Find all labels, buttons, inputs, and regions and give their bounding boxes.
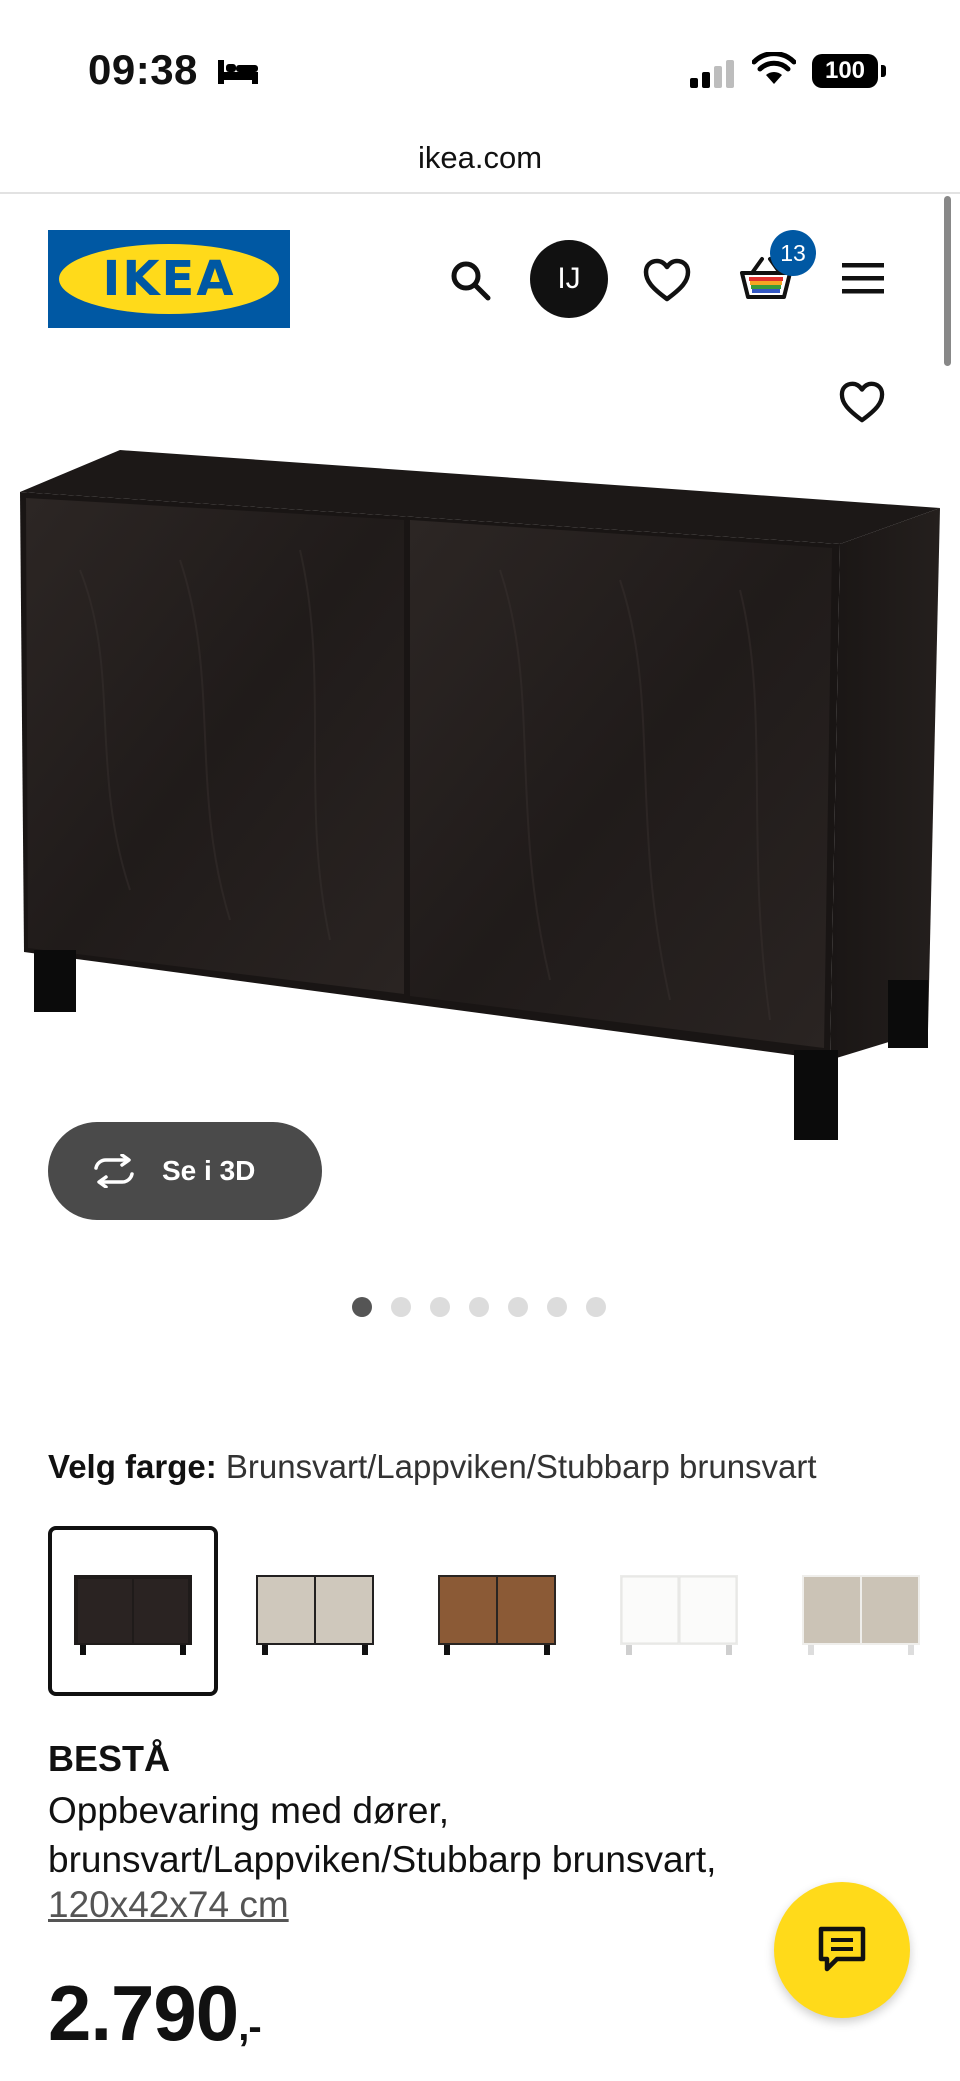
price-value: 2.790	[48, 1969, 239, 2057]
color-swatch[interactable]	[594, 1526, 764, 1696]
color-swatch-selected[interactable]	[48, 1526, 218, 1696]
swatch-image	[256, 1575, 374, 1655]
sleep-bed-icon	[218, 60, 258, 84]
color-swatch[interactable]	[230, 1526, 400, 1696]
product-dimensions-link[interactable]: 120x42x74 cm	[48, 1884, 289, 1926]
menu-icon	[842, 263, 884, 294]
carousel-dot[interactable]	[508, 1297, 528, 1317]
carousel-dot[interactable]	[430, 1297, 450, 1317]
carousel-dot[interactable]	[391, 1297, 411, 1317]
cellular-signal-icon	[690, 60, 734, 88]
swatch-image	[802, 1575, 920, 1655]
carousel-dot[interactable]	[586, 1297, 606, 1317]
cart-count-badge: 13	[770, 230, 816, 276]
avatar-initials: IJ	[557, 262, 581, 295]
carousel-dot[interactable]	[469, 1297, 489, 1317]
logo-oval: IKEA	[59, 244, 279, 314]
heart-icon	[839, 381, 885, 423]
color-swatches	[48, 1526, 960, 1698]
heart-icon	[643, 258, 691, 302]
product-image[interactable]	[0, 420, 960, 1140]
battery-level: 100	[824, 57, 866, 84]
product-brand: BESTÅ	[48, 1738, 171, 1779]
ikea-logo[interactable]: IKEA	[48, 230, 290, 328]
browser-url-bar[interactable]: ikea.com	[0, 120, 960, 194]
image-carousel-dots	[352, 1297, 606, 1317]
view-in-3d-button[interactable]: Se i 3D	[48, 1122, 322, 1220]
swatch-image	[74, 1575, 192, 1655]
selected-color-value: Brunsvart/Lappviken/Stubbarp brunsvart	[225, 1448, 817, 1485]
search-icon	[451, 261, 491, 301]
wifi-icon	[752, 52, 796, 84]
swatch-image	[438, 1575, 556, 1655]
chat-button[interactable]	[774, 1882, 910, 2018]
product-price: 2.790,-	[48, 1968, 262, 2059]
url-text: ikea.com	[417, 140, 543, 175]
color-label: Velg farge:	[48, 1448, 217, 1485]
price-suffix: ,-	[238, 2005, 261, 2049]
search-button[interactable]	[444, 254, 496, 306]
color-swatch[interactable]	[412, 1526, 582, 1696]
hamburger-menu-button[interactable]	[840, 258, 886, 298]
color-swatch[interactable]	[776, 1526, 946, 1696]
logo-text: IKEA	[102, 251, 236, 307]
color-selector-heading: Velg farge: Brunsvart/Lappviken/Stubbarp…	[48, 1448, 817, 1486]
chat-bubble-icon	[818, 1926, 866, 1972]
account-avatar-button[interactable]: IJ	[530, 240, 608, 318]
site-header: IKEA IJ	[0, 196, 960, 356]
product-description: Oppbevaring med dører, brunsvart/Lappvik…	[48, 1790, 717, 1880]
battery-indicator: 100	[812, 54, 886, 88]
carousel-dot[interactable]	[547, 1297, 567, 1317]
swatch-image	[620, 1575, 738, 1655]
favourites-button[interactable]	[640, 254, 694, 306]
status-bar: 09:38 100	[0, 0, 960, 120]
status-time: 09:38	[88, 46, 198, 93]
rotate-3d-icon	[94, 1154, 134, 1188]
view-in-3d-label: Se i 3D	[162, 1155, 256, 1186]
carousel-dot[interactable]	[352, 1297, 372, 1317]
